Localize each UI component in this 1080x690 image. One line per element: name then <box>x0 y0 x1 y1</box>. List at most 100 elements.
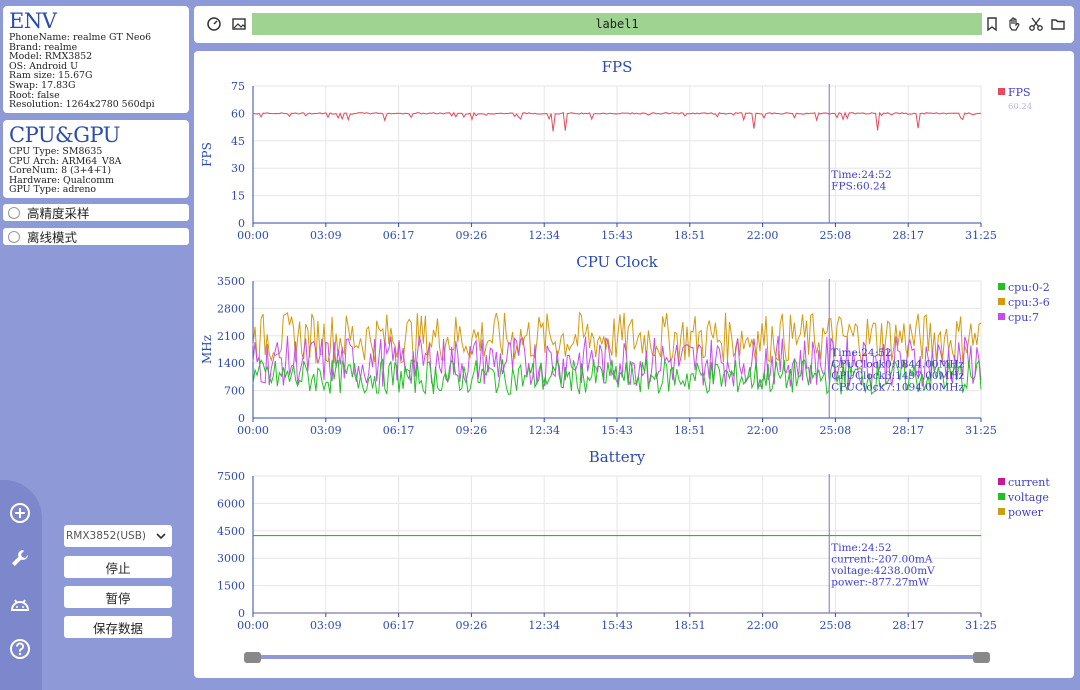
cursor-readout: voltage:4238.00mV <box>830 565 935 577</box>
charts-panel: FPS 0 15 30 45 60 75 00:00 03:09 06:17 09:26 12:34 1… <box>194 51 1074 678</box>
device-select-value: RMX3852(USB) <box>66 530 147 542</box>
dashboard-icon[interactable] <box>206 16 222 32</box>
offline-mode-label: 离线模式 <box>27 230 78 245</box>
x-tick-label: 15:43 <box>601 229 633 242</box>
x-tick-label: 28:17 <box>892 619 924 632</box>
cursor-readout: CPUClock7:1094.00MHz <box>831 382 964 394</box>
x-tick-label: 25:08 <box>820 424 852 437</box>
help-icon[interactable] <box>8 637 32 661</box>
x-tick-label: 28:17 <box>892 229 924 242</box>
cursor-readout: CPUClock0:1844.00MHz <box>831 359 964 371</box>
slider-end-handle[interactable] <box>973 652 990 663</box>
cpugpu-line: GPU Type: adreno <box>9 184 97 196</box>
android-icon[interactable] <box>8 592 32 616</box>
env-info-list: PhoneName: realme GT Neo6 Brand: realme … <box>9 33 189 110</box>
x-tick-label: 31:25 <box>965 619 997 632</box>
save-data-button[interactable]: 保存数据 <box>64 616 172 638</box>
bookmark-icon[interactable] <box>984 16 1000 32</box>
legend-label: power <box>1008 506 1044 519</box>
cursor-readout: CPUClock3:1497.00MHz <box>831 370 964 382</box>
device-select[interactable]: RMX3852(USB) <box>64 525 172 547</box>
slider-start-handle[interactable] <box>244 652 261 663</box>
wrench-icon[interactable] <box>8 546 32 570</box>
x-tick-label: 25:08 <box>820 229 852 242</box>
y-axis-label: FPS <box>200 142 214 167</box>
cursor-readout: Time:24:52 <box>831 542 891 554</box>
stop-button[interactable]: 停止 <box>64 556 172 578</box>
x-tick-label: 06:17 <box>383 619 415 632</box>
x-tick-label: 15:43 <box>601 424 633 437</box>
x-tick-label: 09:26 <box>456 619 488 632</box>
y-tick-label: 2800 <box>217 302 245 315</box>
cursor-readout: FPS:60.24 <box>831 181 886 193</box>
x-tick-label: 03:09 <box>310 619 342 632</box>
chart-title: CPU Clock <box>576 253 658 271</box>
x-tick-label: 15:43 <box>601 619 633 632</box>
x-tick-label: 03:09 <box>310 424 342 437</box>
x-tick-label: 00:00 <box>237 619 269 632</box>
y-tick-label: 75 <box>231 80 245 93</box>
y-tick-label: 7500 <box>217 470 245 483</box>
y-tick-label: 3000 <box>217 552 245 565</box>
x-tick-label: 06:17 <box>383 424 415 437</box>
y-tick-label: 1500 <box>217 580 245 593</box>
chart-title: Battery <box>589 448 646 466</box>
legend-label: current <box>1008 476 1050 489</box>
label-bar[interactable]: label1 <box>252 13 982 35</box>
y-tick-label: 30 <box>231 162 245 175</box>
x-tick-label: 22:00 <box>747 424 779 437</box>
radio-circle-icon[interactable] <box>8 230 20 243</box>
y-axis-label: MHz <box>200 335 214 364</box>
cursor-readout: Time:24:52 <box>831 347 891 359</box>
pause-button[interactable]: 暂停 <box>64 586 172 608</box>
cursor-readout: power:-877.27mW <box>831 577 929 589</box>
x-tick-label: 28:17 <box>892 424 924 437</box>
image-icon[interactable] <box>231 16 247 32</box>
cursor-readout: current:-207.00mA <box>831 554 933 566</box>
y-tick-label: 2100 <box>217 330 245 343</box>
folder-icon[interactable] <box>1050 16 1066 32</box>
cpugpu-info-list: CPU Type: SM8635 CPU Arch: ARM64_V8A Cor… <box>9 147 189 195</box>
cpugpu-title: CPU&GPU <box>9 123 120 147</box>
x-tick-label: 06:17 <box>383 229 415 242</box>
x-tick-label: 00:00 <box>237 424 269 437</box>
x-tick-label: 18:51 <box>674 619 706 632</box>
cpugpu-panel: CPU&GPU CPU Type: SM8635 CPU Arch: ARM64… <box>3 120 189 198</box>
scissors-icon[interactable] <box>1028 16 1044 32</box>
legend-label: FPS <box>1008 86 1031 99</box>
y-tick-label: 6000 <box>217 497 245 510</box>
env-line: Resolution: 1264x2780 560dpi <box>9 99 155 111</box>
legend-label: cpu:0-2 <box>1008 281 1050 294</box>
chart-title: FPS <box>602 58 633 76</box>
env-title: ENV <box>9 9 57 33</box>
side-rail <box>0 480 42 690</box>
x-tick-label: 03:09 <box>310 229 342 242</box>
x-tick-label: 12:34 <box>528 619 560 632</box>
y-tick-label: 60 <box>231 107 245 120</box>
legend-label: voltage <box>1007 491 1049 504</box>
offline-mode-checkbox[interactable]: 离线模式 <box>3 228 189 245</box>
legend-swatch <box>998 88 1005 95</box>
y-tick-label: 3500 <box>217 275 245 288</box>
x-tick-label: 31:25 <box>965 424 997 437</box>
x-tick-label: 12:34 <box>528 424 560 437</box>
x-tick-label: 09:26 <box>456 229 488 242</box>
time-range-slider[interactable] <box>250 655 983 659</box>
chevron-down-icon <box>156 533 166 539</box>
legend-latest-value: 60.24 <box>1008 102 1032 112</box>
x-tick-label: 31:25 <box>965 229 997 242</box>
hand-icon[interactable] <box>1006 16 1022 32</box>
legend-swatch <box>998 298 1005 305</box>
cursor-readout: Time:24:52 <box>831 169 891 181</box>
legend-swatch <box>998 283 1005 290</box>
x-tick-label: 18:51 <box>674 229 706 242</box>
radio-circle-icon[interactable] <box>8 206 20 219</box>
y-tick-label: 1400 <box>217 357 245 370</box>
y-tick-label: 45 <box>231 135 245 148</box>
x-tick-label: 09:26 <box>456 424 488 437</box>
toolbar: label1 <box>194 6 1074 43</box>
env-panel: ENV PhoneName: realme GT Neo6 Brand: rea… <box>3 6 189 113</box>
high-precision-checkbox[interactable]: 高精度采样 <box>3 204 189 221</box>
legend-swatch <box>998 313 1005 320</box>
add-circle-icon[interactable] <box>8 501 32 525</box>
